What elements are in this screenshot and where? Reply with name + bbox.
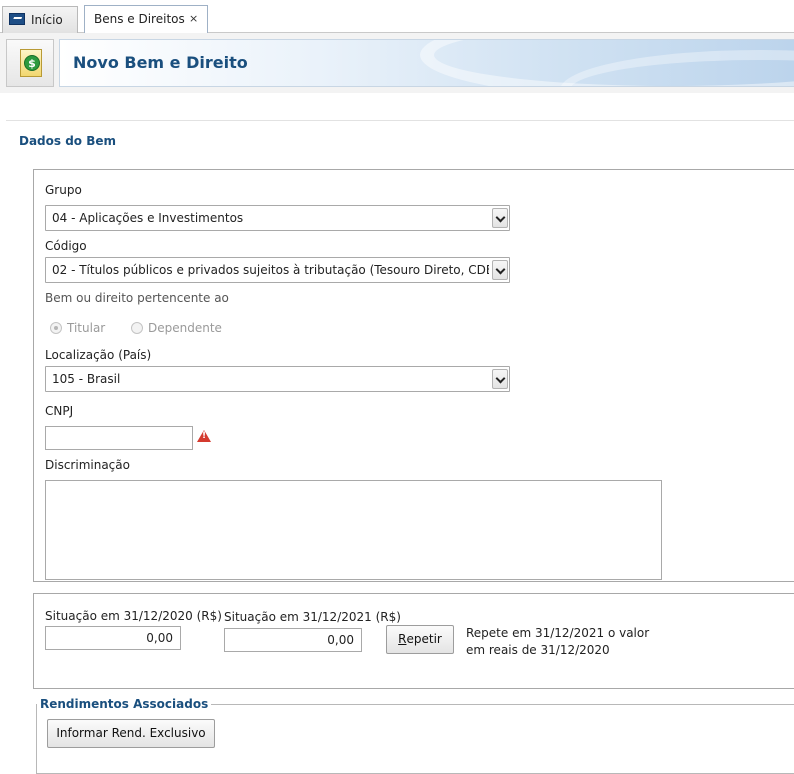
dependente-radio[interactable] <box>131 322 143 334</box>
situacao-2020-label: Situação em 31/12/2020 (R$) <box>45 609 222 623</box>
chevron-down-icon[interactable] <box>492 369 508 389</box>
rendimentos-legend: Rendimentos Associados <box>37 697 212 711</box>
titular-label: Titular <box>67 321 106 335</box>
money-document-icon: $ <box>6 39 54 87</box>
page-title: Novo Bem e Direito <box>73 53 248 72</box>
situacao-2021-value: 0,00 <box>327 633 354 647</box>
home-icon <box>9 13 25 25</box>
header-banner: Novo Bem e Direito <box>59 39 794 87</box>
warning-icon: ! <box>197 430 211 442</box>
grupo-label: Grupo <box>45 183 82 197</box>
tab-inicio-label: Início <box>31 13 63 27</box>
localizacao-select-value: 105 - Brasil <box>52 372 121 386</box>
situacao-2021-label: Situação em 31/12/2021 (R$) <box>224 610 401 624</box>
divider <box>6 120 794 121</box>
tab-bens-e-direitos[interactable]: Bens e Direitos × <box>84 5 208 34</box>
repetir-button[interactable]: Repetir <box>386 625 454 654</box>
tab-inicio[interactable]: Início <box>2 6 78 33</box>
grupo-select[interactable]: 04 - Aplicações e Investimentos <box>45 205 510 231</box>
warning-icon-glyph: ! <box>202 431 207 441</box>
coin-icon: $ <box>24 55 40 71</box>
informar-rend-exclusivo-button[interactable]: Informar Rend. Exclusivo <box>47 719 215 748</box>
page-header: $ Novo Bem e Direito <box>0 33 794 93</box>
dependente-label: Dependente <box>148 321 222 335</box>
chevron-down-icon[interactable] <box>492 260 508 280</box>
repeat-note-line2: em reais de 31/12/2020 <box>466 643 610 657</box>
localizacao-label: Localização (País) <box>45 348 152 362</box>
section-title-dados-do-bem: Dados do Bem <box>19 134 117 148</box>
codigo-label: Código <box>45 239 87 253</box>
tab-bens-label: Bens e Direitos <box>94 12 185 26</box>
situacao-2021-input[interactable]: 0,00 <box>224 628 362 652</box>
chevron-down-icon[interactable] <box>492 208 508 228</box>
repeat-note-line1: Repete em 31/12/2021 o valor <box>466 626 650 640</box>
close-icon[interactable]: × <box>189 12 198 25</box>
cnpj-input[interactable] <box>45 426 193 450</box>
discriminacao-textarea[interactable] <box>45 480 662 580</box>
codigo-select[interactable]: 02 - Títulos públicos e privados sujeito… <box>45 257 510 283</box>
repetir-label: epetir <box>406 632 442 646</box>
grupo-select-value: 04 - Aplicações e Investimentos <box>52 211 244 225</box>
repetir-accelerator: R <box>398 632 407 646</box>
cnpj-label: CNPJ <box>45 404 74 418</box>
informar-rend-exclusivo-label: Informar Rend. Exclusivo <box>56 726 206 740</box>
tab-bar: Início Bens e Direitos × <box>0 0 794 34</box>
discriminacao-label: Discriminação <box>45 458 130 472</box>
situacao-2020-value: 0,00 <box>146 631 173 645</box>
codigo-select-value: 02 - Títulos públicos e privados sujeito… <box>52 263 489 277</box>
localizacao-select[interactable]: 105 - Brasil <box>45 366 510 392</box>
pertencente-label: Bem ou direito pertencente ao <box>45 291 229 305</box>
titular-radio[interactable] <box>50 322 62 334</box>
situacao-2020-input[interactable]: 0,00 <box>45 626 181 650</box>
